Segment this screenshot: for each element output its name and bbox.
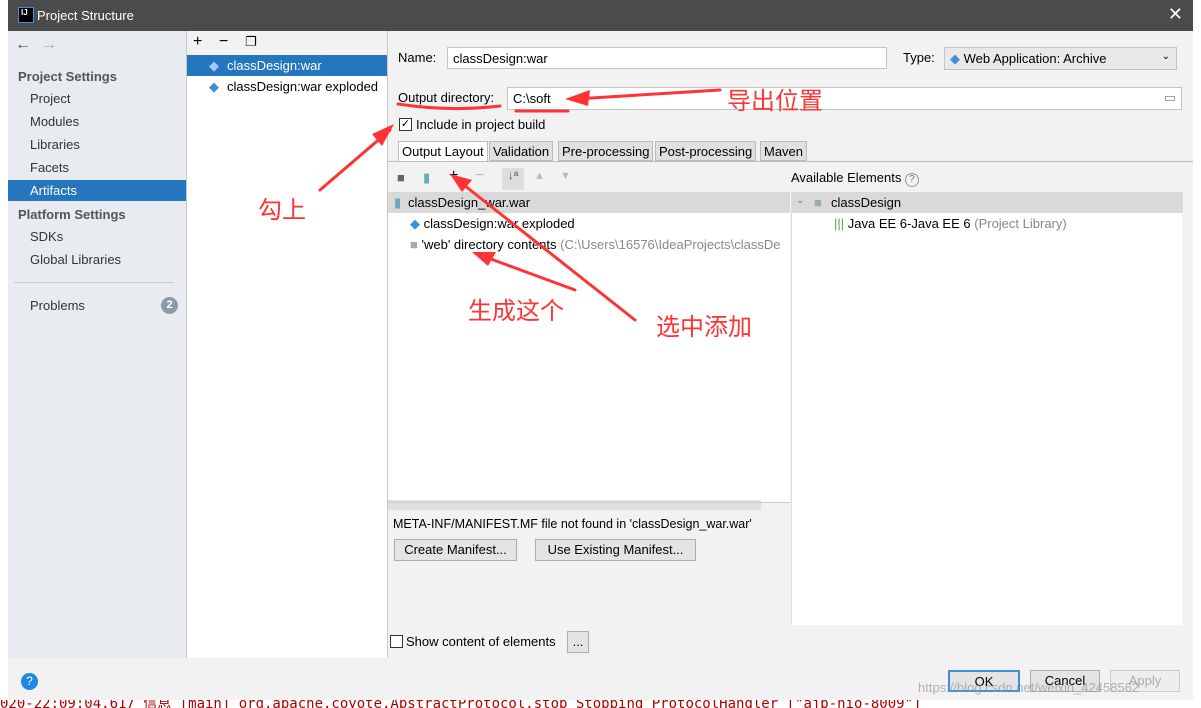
annotation-generate: 生成这个 bbox=[468, 298, 564, 325]
arrowhead bbox=[565, 90, 590, 106]
annotation-layer bbox=[318, 88, 722, 322]
annotation-check: 勾上 bbox=[258, 197, 306, 224]
annotation-select-add: 选中添加 bbox=[656, 314, 752, 341]
arrow-export bbox=[573, 88, 722, 101]
underline-output-label bbox=[396, 102, 502, 111]
annotation-export-location: 导出位置 bbox=[727, 88, 823, 115]
